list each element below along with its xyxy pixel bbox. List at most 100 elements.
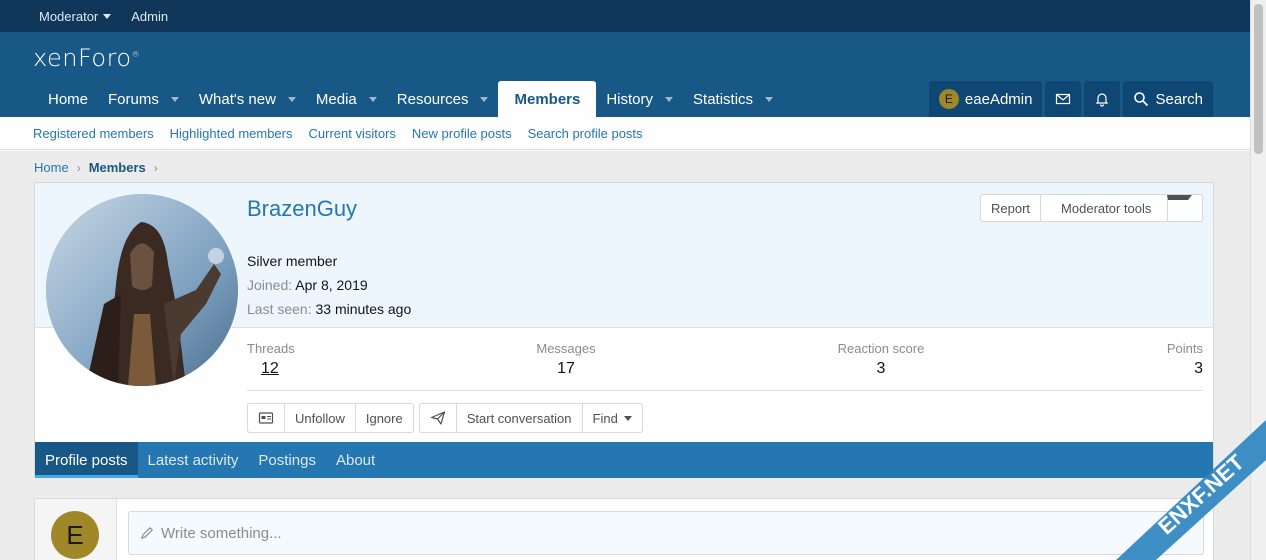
stat-label: Threads: [247, 341, 295, 356]
stat-threads: Threads 12: [247, 341, 295, 378]
nav-tab-label: Statistics: [693, 90, 754, 108]
nav-tab-forums[interactable]: Forums: [98, 81, 189, 117]
inbox-button[interactable]: [1045, 81, 1082, 117]
subnav-new-profile-posts[interactable]: New profile posts: [412, 126, 512, 141]
stat-messages-value: 17: [557, 360, 575, 377]
nav-tab-label: Media: [315, 90, 357, 108]
conversation-group: Start conversation Find: [418, 403, 643, 433]
subnav-registered-members[interactable]: Registered members: [33, 126, 154, 141]
page: Moderator Admin xenForo® Home Forums Wha…: [0, 0, 1250, 560]
admin-link[interactable]: Admin: [131, 9, 168, 24]
caret-down-icon: [1167, 195, 1192, 221]
breadcrumb-home[interactable]: Home: [34, 160, 69, 175]
nav-tab-members[interactable]: Members: [498, 81, 597, 117]
breadcrumb: Home › Members ›: [34, 160, 158, 175]
profile-avatar[interactable]: [46, 194, 238, 386]
stat-label: Reaction score: [837, 341, 925, 356]
chevron-down-icon[interactable]: [287, 96, 296, 102]
subnav-current-visitors[interactable]: Current visitors: [309, 126, 396, 141]
paper-plane-icon: [430, 411, 445, 425]
logo-text: xenForo: [33, 44, 132, 72]
chevron-down-icon[interactable]: [765, 96, 774, 102]
member-actions: Unfollow Ignore Start conversation Find: [247, 403, 643, 433]
main-nav: Home Forums What's new Media Resources M…: [0, 81, 1250, 117]
stat-reaction-score: Reaction score 3: [836, 341, 926, 378]
stat-threads-value[interactable]: 12: [247, 360, 295, 378]
nav-tab-history[interactable]: History: [596, 81, 683, 117]
caret-down-icon: [623, 415, 632, 421]
last-seen-label: Last seen:: [247, 301, 312, 317]
nav-tab-whats-new[interactable]: What's new: [189, 81, 306, 117]
joined-value: Apr 8, 2019: [295, 277, 368, 293]
moderator-label: Moderator: [39, 8, 99, 24]
moderator-menu[interactable]: Moderator: [39, 8, 112, 24]
bell-icon: [1096, 93, 1109, 107]
start-conversation-button[interactable]: Start conversation: [455, 404, 582, 432]
profile-username[interactable]: BrazenGuy: [247, 196, 357, 222]
nav-tab-statistics[interactable]: Statistics: [683, 81, 783, 117]
tab-profile-posts[interactable]: Profile posts: [35, 442, 138, 478]
id-card-icon: [258, 412, 274, 424]
chevron-down-icon[interactable]: [170, 96, 179, 102]
subnav-search-profile-posts[interactable]: Search profile posts: [528, 126, 643, 141]
moderator-tools-label: Moderator tools: [1061, 200, 1152, 216]
chevron-down-icon[interactable]: [480, 96, 489, 102]
find-label: Find: [592, 410, 618, 426]
report-button[interactable]: Report: [981, 195, 1040, 221]
subnav-highlighted-members[interactable]: Highlighted members: [170, 126, 293, 141]
unfollow-button[interactable]: Unfollow: [284, 404, 355, 432]
avatar[interactable]: E: [51, 511, 99, 559]
account-button[interactable]: E eaeAdmin: [928, 81, 1043, 117]
search-icon: [1134, 92, 1149, 107]
joined-label: Joined:: [247, 277, 293, 293]
breadcrumb-members[interactable]: Members: [89, 160, 146, 175]
scrollbar-thumb[interactable]: [1254, 4, 1263, 154]
nav-tab-label: History: [606, 90, 654, 108]
last-seen-value: 33 minutes ago: [315, 301, 412, 317]
joined-row: Joined: Apr 8, 2019: [247, 277, 368, 293]
profile-post-input[interactable]: Write something...: [128, 511, 1204, 555]
nav-tab-label: What's new: [198, 90, 276, 108]
vertical-scrollbar[interactable]: [1250, 0, 1266, 560]
profile-tabs: Profile posts Latest activity Postings A…: [35, 442, 1213, 478]
moderator-tools-button[interactable]: Moderator tools: [1040, 195, 1202, 221]
search-button[interactable]: Search: [1123, 81, 1213, 117]
chevron-down-icon[interactable]: [665, 96, 674, 102]
member-profile: BrazenGuy Silver member Joined: Apr 8, 2…: [34, 182, 1214, 478]
nav-tab-media[interactable]: Media: [306, 81, 387, 117]
stat-reaction-value: 3: [876, 360, 886, 377]
nav-tab-label: Members: [514, 90, 581, 108]
caret-down-icon: [103, 13, 112, 19]
stat-points-value: 3: [1194, 360, 1203, 377]
send-button[interactable]: [420, 404, 456, 432]
tab-latest-activity[interactable]: Latest activity: [138, 442, 249, 478]
ignore-button[interactable]: Ignore: [354, 404, 413, 432]
avatar: E: [938, 89, 959, 109]
site-logo[interactable]: xenForo®: [33, 44, 140, 72]
chevron-right-icon: ›: [76, 160, 81, 175]
find-menu-button[interactable]: Find: [581, 404, 642, 432]
stat-label: Points: [1166, 341, 1203, 356]
tab-about[interactable]: About: [326, 442, 385, 478]
alerts-button[interactable]: [1084, 81, 1121, 117]
follow-group: Unfollow Ignore: [247, 403, 414, 433]
admin-label: Admin: [131, 8, 169, 24]
avatar-image: [46, 194, 238, 386]
nav-tab-label: Home: [48, 90, 89, 108]
envelope-icon: [1056, 93, 1071, 105]
member-stats: Threads 12 Messages 17 Reaction score 3 …: [247, 341, 1203, 391]
staff-bar: Moderator Admin: [0, 0, 1250, 32]
nav-tab-home[interactable]: Home: [38, 81, 98, 117]
stat-points: Points 3: [1167, 341, 1203, 378]
post-placeholder: Write something...: [161, 524, 282, 542]
profile-actions-top: Report Moderator tools: [980, 194, 1203, 222]
id-card-button[interactable]: [248, 404, 284, 432]
stat-messages: Messages 17: [536, 341, 596, 378]
site-header: xenForo®: [0, 32, 1250, 81]
chevron-down-icon[interactable]: [368, 96, 377, 102]
nav-tab-resources[interactable]: Resources: [387, 81, 499, 117]
chevron-right-icon: ›: [153, 160, 158, 175]
stat-label: Messages: [536, 341, 596, 356]
last-seen-row: Last seen: 33 minutes ago: [247, 301, 411, 317]
tab-postings[interactable]: Postings: [248, 442, 326, 478]
